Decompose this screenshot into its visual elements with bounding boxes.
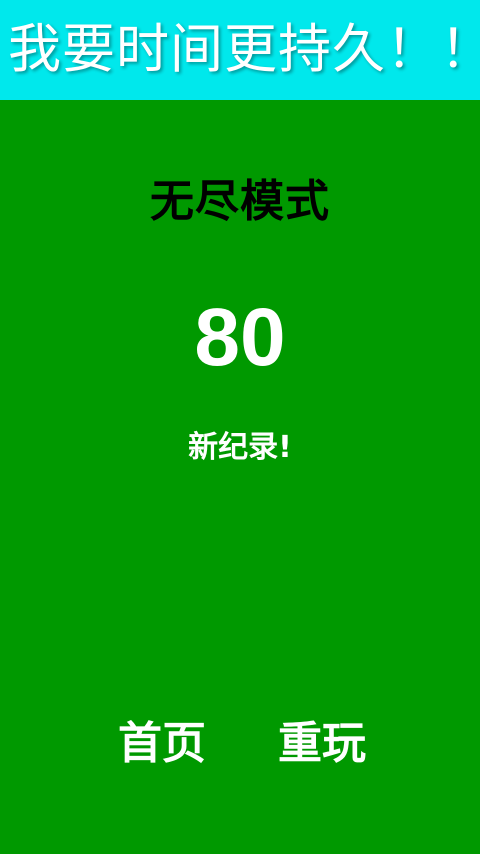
final-score: 80 [194, 292, 286, 383]
game-over-screen: 我要时间更持久！！ 无尽模式 80 新纪录! 首页 重玩 [0, 0, 480, 854]
app-title: 我要时间更持久！！ [8, 19, 480, 80]
new-record-label: 新纪录! [188, 430, 292, 465]
title-bar: 我要时间更持久！！ [0, 0, 480, 100]
game-mode-title: 无尽模式 [150, 176, 330, 227]
home-button[interactable]: 首页 [112, 716, 212, 772]
replay-button[interactable]: 重玩 [272, 716, 372, 772]
